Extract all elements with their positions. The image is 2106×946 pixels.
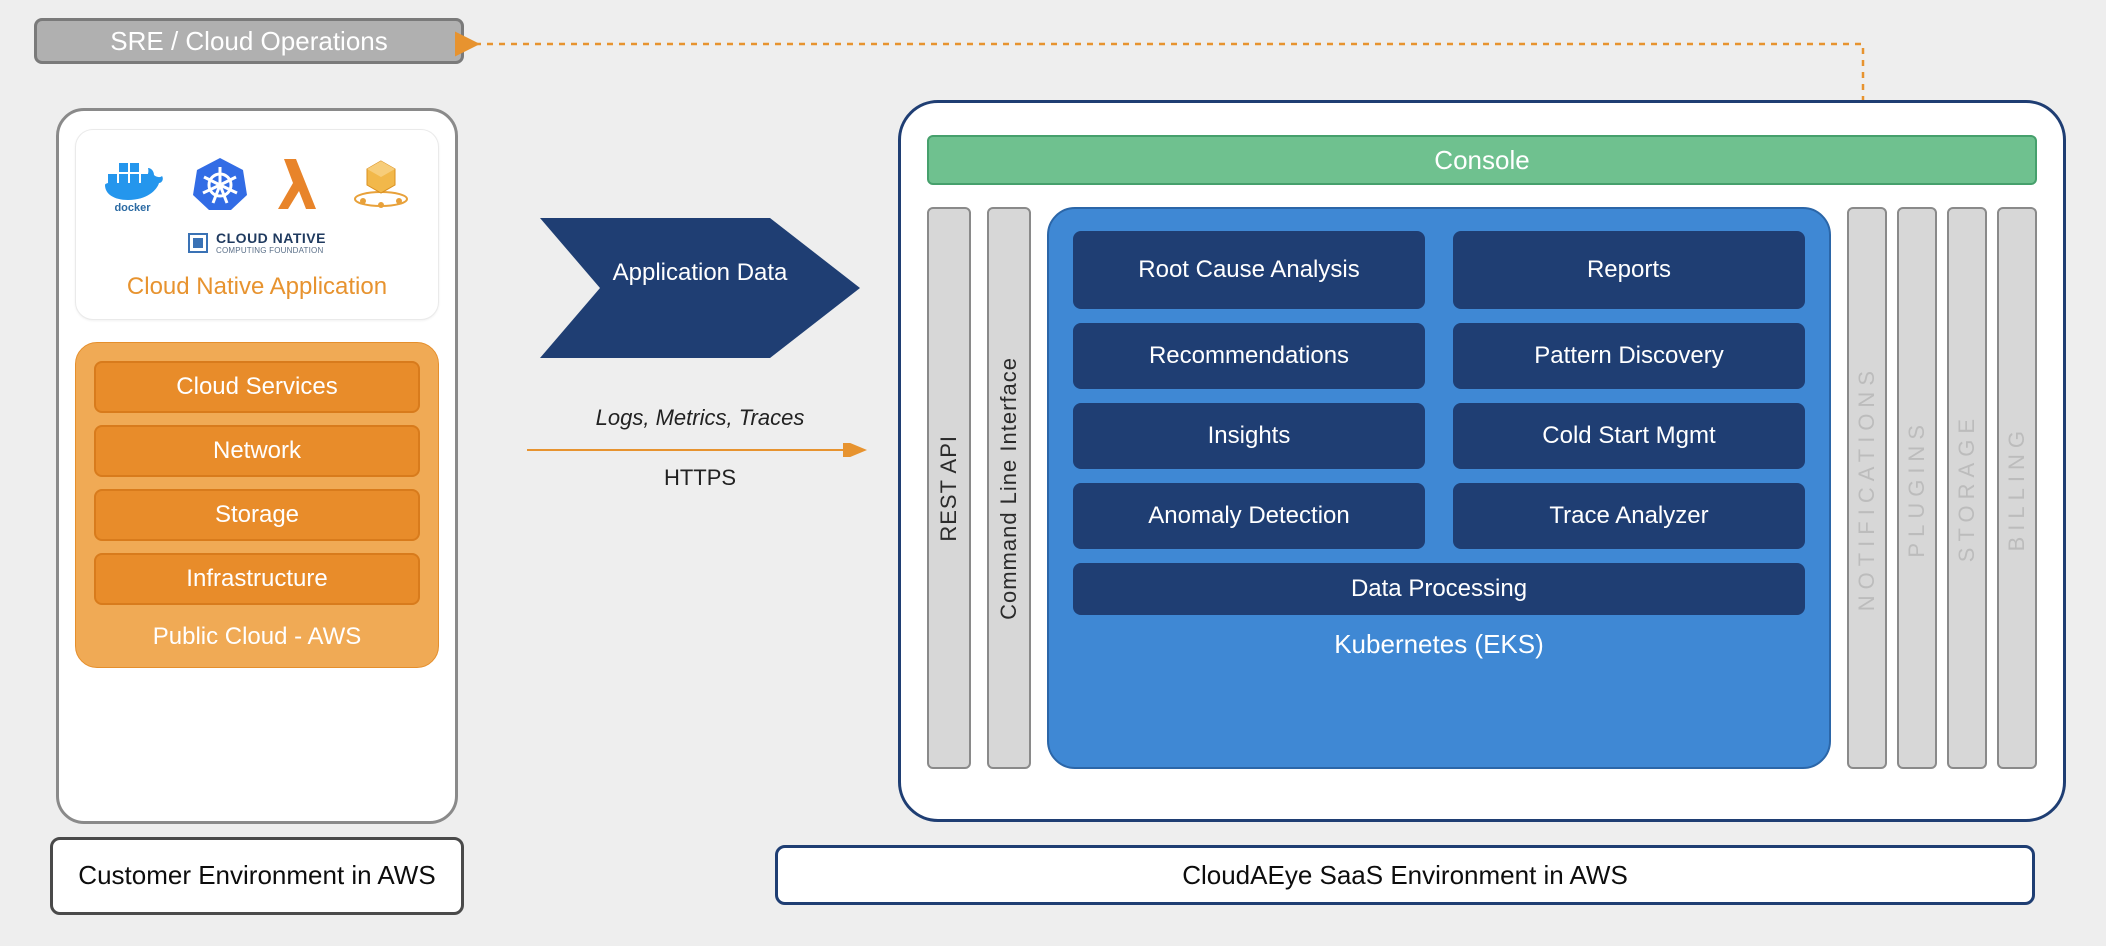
sre-operations-box: SRE / Cloud Operations xyxy=(34,18,464,64)
capability-cold-start: Cold Start Mgmt xyxy=(1453,403,1805,469)
saas-environment-label: CloudAEye SaaS Environment in AWS xyxy=(1182,860,1628,891)
capability-pattern-discovery: Pattern Discovery xyxy=(1453,323,1805,389)
cncf-sublabel: COMPUTING FOUNDATION xyxy=(216,246,326,255)
service-network: Network xyxy=(94,425,420,477)
customer-environment-container: docker xyxy=(56,108,458,824)
service-infrastructure: Infrastructure xyxy=(94,553,420,605)
storage-label: STORAGE xyxy=(1954,413,1980,562)
kubernetes-icon xyxy=(191,155,249,213)
plugins-label: PLUGINS xyxy=(1904,419,1930,558)
customer-environment-label: Customer Environment in AWS xyxy=(78,860,435,891)
customer-environment-label-box: Customer Environment in AWS xyxy=(50,837,464,915)
rest-api-label: REST API xyxy=(936,435,962,542)
flow-description: Logs, Metrics, Traces HTTPS xyxy=(520,405,880,491)
storage-column: STORAGE xyxy=(1947,207,1987,769)
saas-body: REST API Command Line Interface Root Cau… xyxy=(927,207,2037,769)
capability-data-processing: Data Processing xyxy=(1073,563,1805,615)
flow-types-label: Logs, Metrics, Traces xyxy=(520,405,880,431)
cloud-native-title: Cloud Native Application xyxy=(88,273,426,301)
cli-column: Command Line Interface xyxy=(987,207,1031,769)
lambda-icon xyxy=(276,155,322,213)
honeycomb-icon xyxy=(349,155,413,213)
capability-anomaly-detection: Anomaly Detection xyxy=(1073,483,1425,549)
cncf-logo: CLOUD NATIVE COMPUTING FOUNDATION xyxy=(88,230,426,255)
kubernetes-title: Kubernetes (EKS) xyxy=(1073,629,1805,660)
saas-environment-container: Console REST API Command Line Interface … xyxy=(898,100,2066,822)
rest-api-column: REST API xyxy=(927,207,971,769)
capability-reports: Reports xyxy=(1453,231,1805,309)
notifications-column: NOTIFICATIONS xyxy=(1847,207,1887,769)
public-cloud-title: Public Cloud - AWS xyxy=(94,623,420,651)
cloud-native-application-box: docker xyxy=(75,129,439,320)
console-bar: Console xyxy=(927,135,2037,185)
public-cloud-box: Cloud Services Network Storage Infrastru… xyxy=(75,342,439,668)
capability-insights: Insights xyxy=(1073,403,1425,469)
capability-root-cause: Root Cause Analysis xyxy=(1073,231,1425,309)
flow-protocol-label: HTTPS xyxy=(520,465,880,491)
sre-operations-label: SRE / Cloud Operations xyxy=(110,26,387,57)
console-label: Console xyxy=(1434,145,1529,176)
application-data-arrow xyxy=(540,218,860,358)
docker-icon: docker xyxy=(102,154,164,214)
notifications-label: NOTIFICATIONS xyxy=(1854,365,1880,611)
service-storage: Storage xyxy=(94,489,420,541)
tech-icon-row: docker xyxy=(88,144,426,224)
capability-recommendations: Recommendations xyxy=(1073,323,1425,389)
cli-label: Command Line Interface xyxy=(996,357,1022,620)
saas-environment-label-box: CloudAEye SaaS Environment in AWS xyxy=(775,845,2035,905)
kubernetes-box: Root Cause Analysis Reports Recommendati… xyxy=(1047,207,1831,769)
cncf-label: CLOUD NATIVE xyxy=(216,230,326,246)
billing-label: BILLING xyxy=(2004,425,2030,551)
capability-grid: Root Cause Analysis Reports Recommendati… xyxy=(1073,231,1805,615)
billing-column: BILLING xyxy=(1997,207,2037,769)
plugins-column: PLUGINS xyxy=(1897,207,1937,769)
capability-trace-analyzer: Trace Analyzer xyxy=(1453,483,1805,549)
flow-small-arrow-icon xyxy=(525,443,875,457)
service-cloud-services: Cloud Services xyxy=(94,361,420,413)
side-columns: NOTIFICATIONS PLUGINS STORAGE BILLING xyxy=(1847,207,2037,769)
